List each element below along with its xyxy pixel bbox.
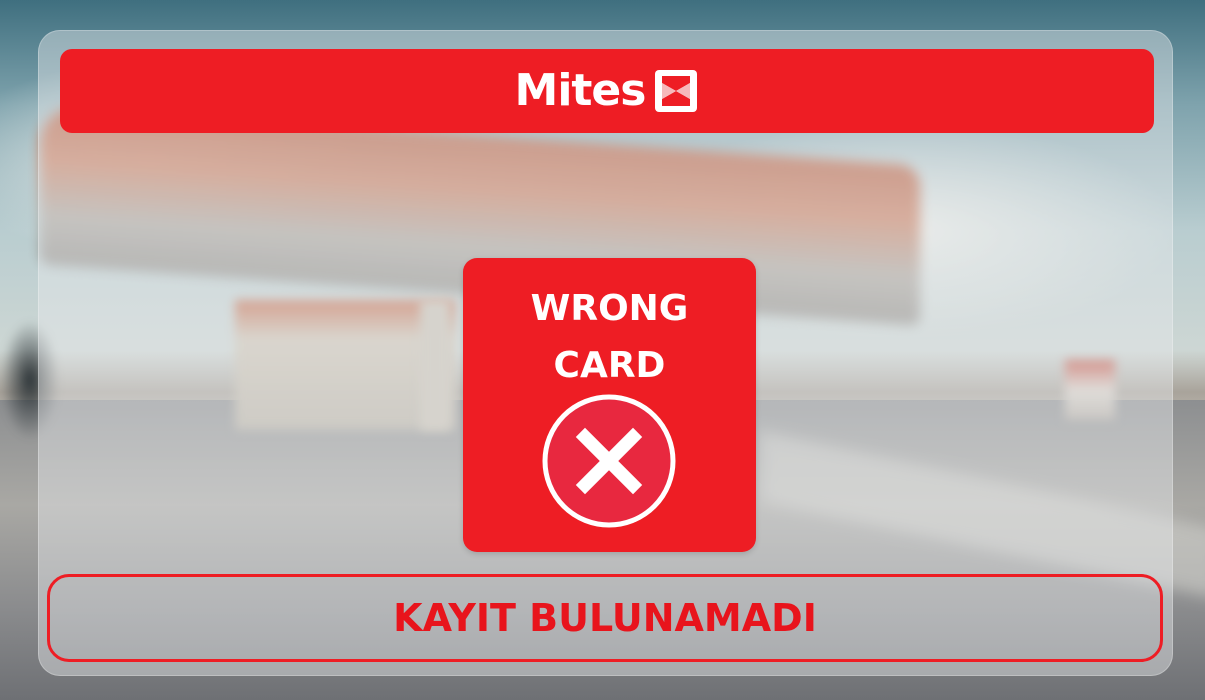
alert-title: WRONG CARD — [463, 280, 756, 394]
header-bar: Mites — [60, 49, 1154, 133]
status-message-bar: KAYIT BULUNAMADI — [47, 574, 1163, 662]
alert-title-line1: WRONG — [530, 288, 689, 329]
brand-name: Mites — [514, 65, 647, 116]
status-message: KAYIT BULUNAMADI — [393, 596, 817, 640]
alert-title-line2: CARD — [553, 345, 666, 386]
mites-hourglass-logo-icon — [655, 70, 698, 112]
wrong-card-alert: WRONG CARD — [463, 258, 756, 552]
brand-logo: Mites — [515, 68, 700, 114]
card-reader-screen: Mites WRONG CARD KAYIT BULUNAMADI — [0, 0, 1205, 700]
close-circle-icon — [542, 394, 676, 528]
